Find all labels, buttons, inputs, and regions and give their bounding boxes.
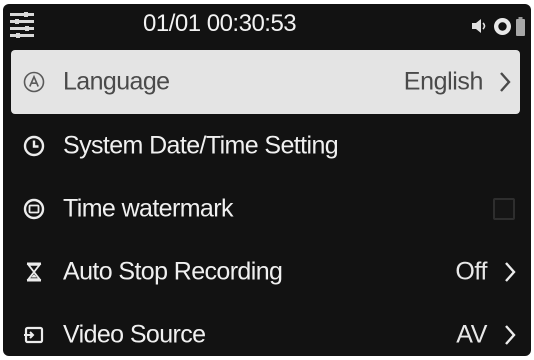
time-watermark-checkbox[interactable] — [493, 197, 515, 220]
video-input-icon — [23, 324, 45, 346]
language-a-icon — [23, 71, 45, 93]
menu-item-label: Video Source — [63, 320, 206, 348]
clock-icon — [23, 135, 45, 157]
menu-item-label: Time watermark — [63, 194, 233, 222]
device-display: 01/01 00:30:53 Language English System D… — [3, 4, 531, 356]
menu-item-label: Language — [63, 67, 170, 96]
watermark-icon — [23, 198, 45, 220]
status-icons — [471, 16, 525, 36]
menu-item-label: Auto Stop Recording — [63, 257, 283, 285]
chevron-right-icon — [505, 324, 516, 345]
battery-icon — [516, 16, 525, 36]
settings-menu-icon[interactable] — [10, 12, 34, 38]
menu-item-language[interactable]: Language English — [11, 50, 520, 114]
hourglass-icon — [23, 261, 45, 283]
chevron-right-icon — [500, 72, 511, 92]
screen: 01/01 00:30:53 Language English System D… — [0, 0, 534, 360]
menu-item-system-date-time[interactable]: System Date/Time Setting — [3, 114, 531, 177]
menu-item-value: English — [403, 67, 484, 96]
settings-menu: Language English System Date/Time Settin… — [3, 50, 531, 356]
menu-item-value: Off — [455, 257, 487, 285]
record-status-icon — [494, 17, 511, 35]
menu-item-label: System Date/Time Setting — [63, 131, 339, 159]
speaker-icon — [472, 19, 486, 33]
status-datetime: 01/01 00:30:53 — [143, 10, 297, 37]
menu-item-video-source[interactable]: Video Source AV — [3, 303, 531, 356]
chevron-right-icon — [505, 261, 516, 282]
menu-item-value: AV — [456, 320, 487, 348]
menu-item-auto-stop-recording[interactable]: Auto Stop Recording Off — [3, 240, 531, 303]
status-bar: 01/01 00:30:53 — [3, 4, 531, 48]
menu-item-time-watermark[interactable]: Time watermark — [3, 177, 531, 240]
